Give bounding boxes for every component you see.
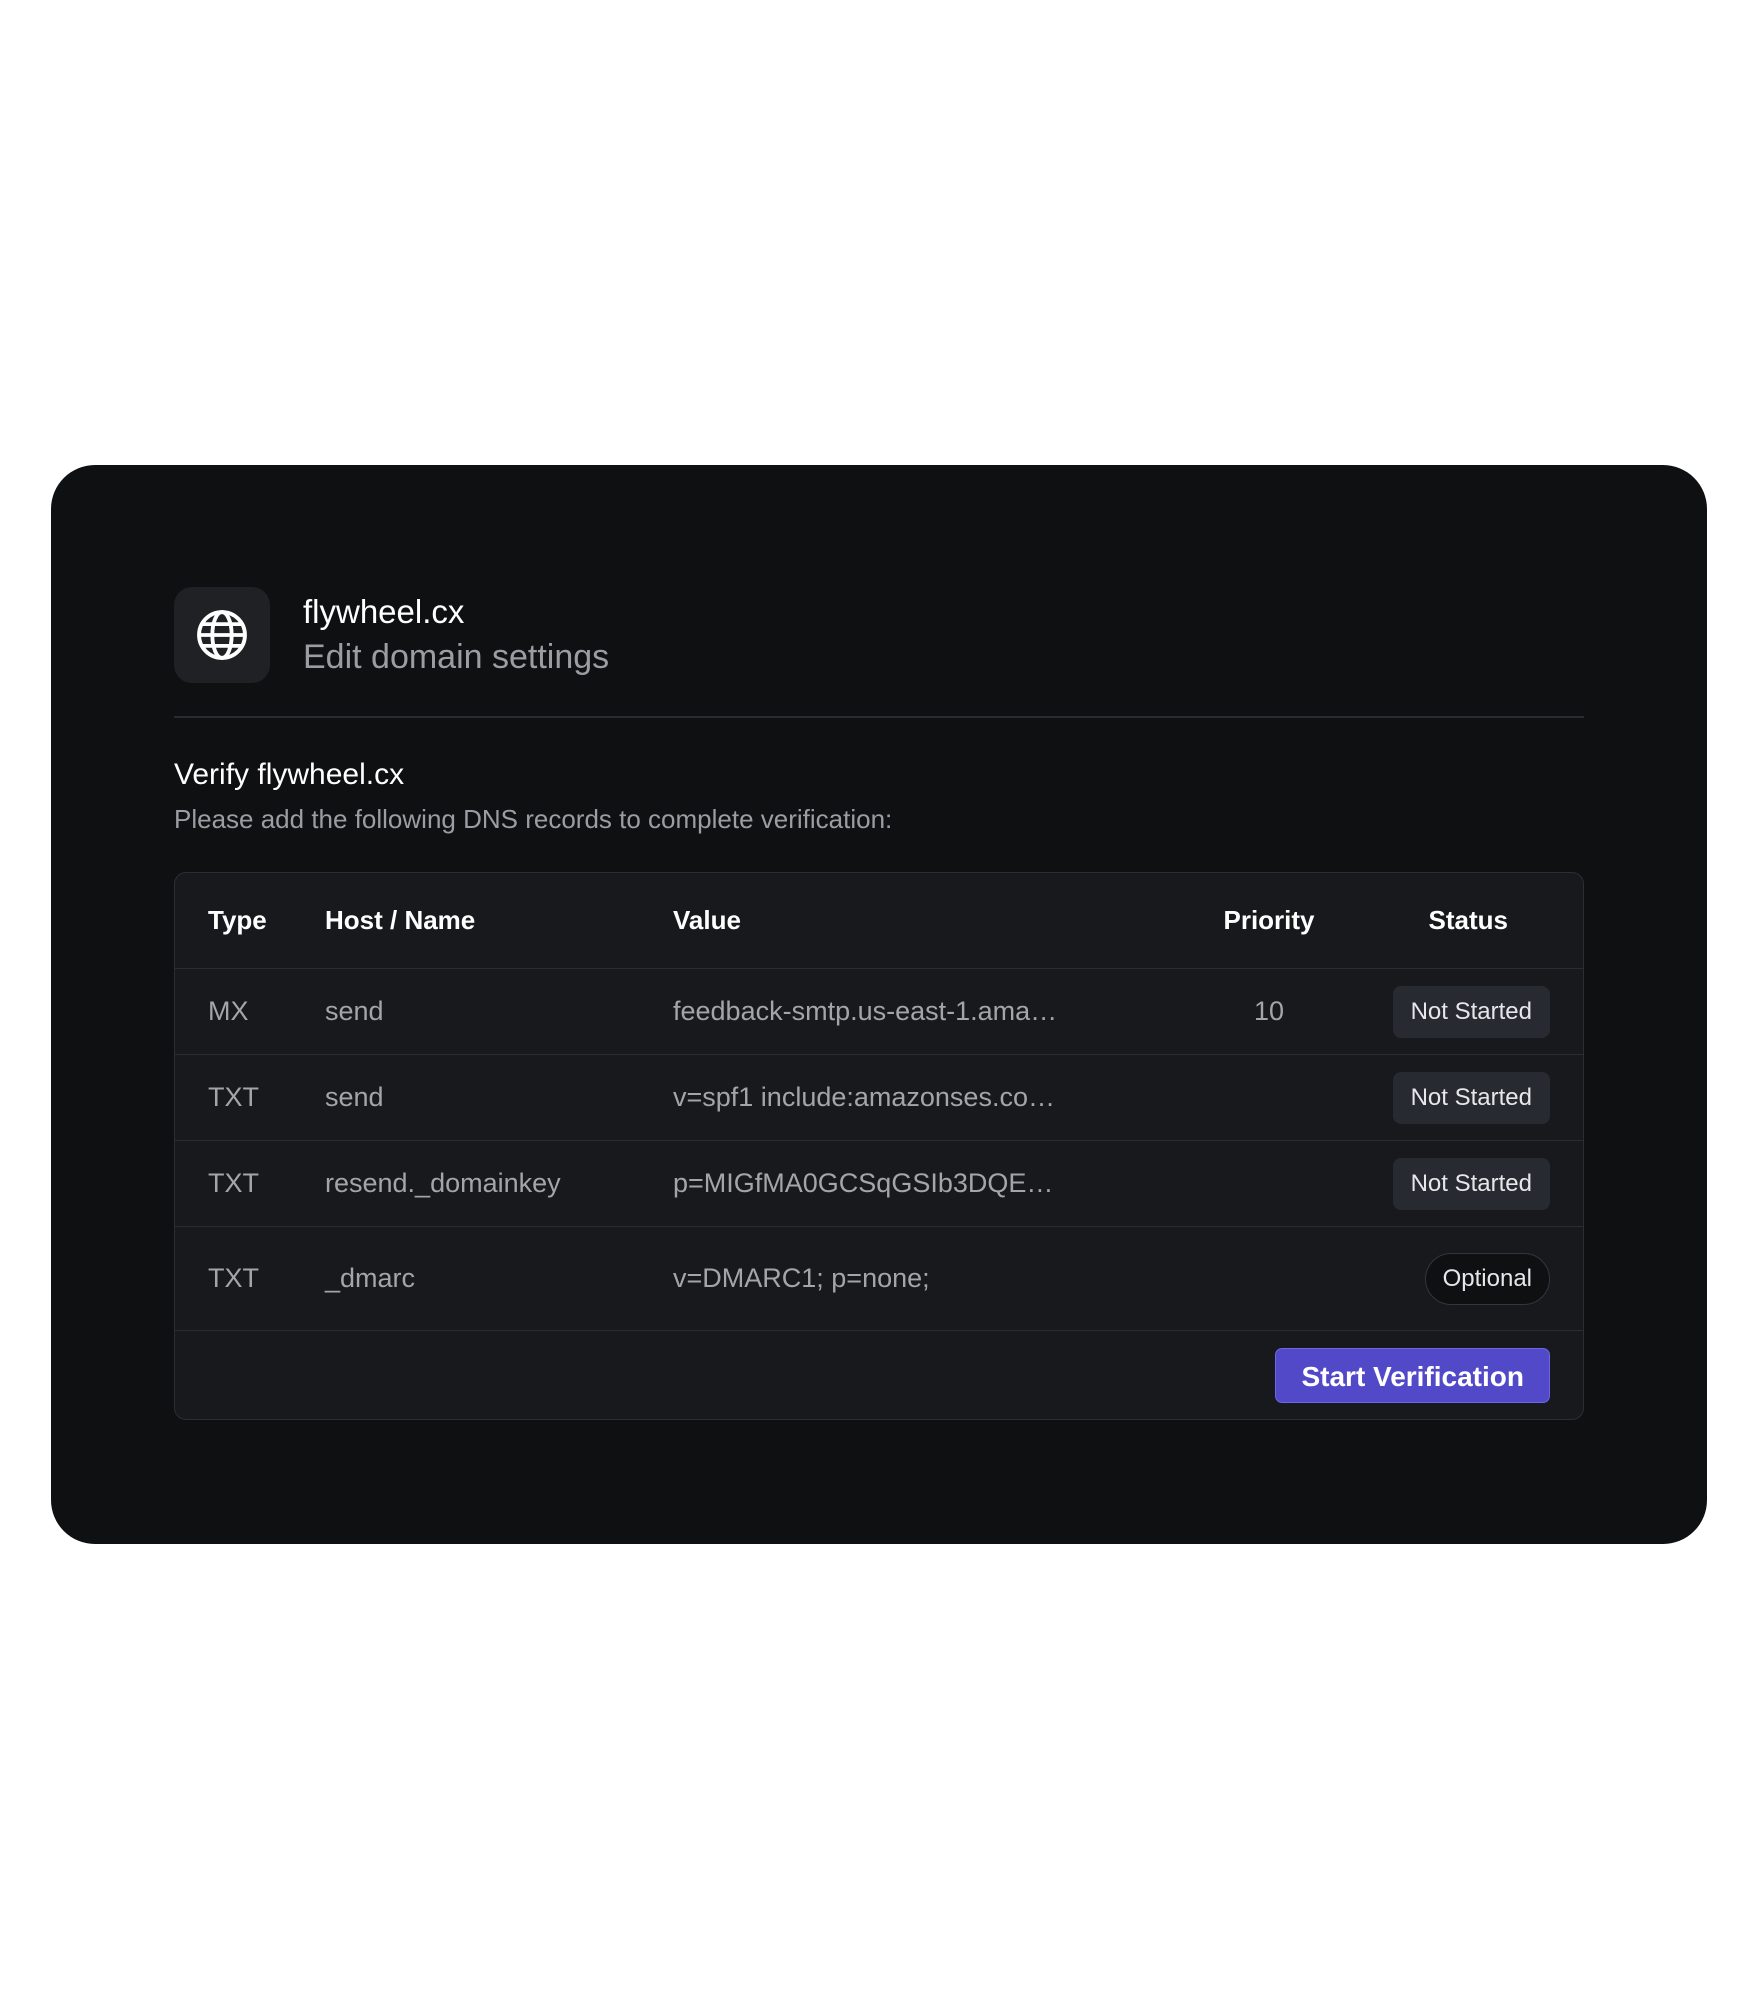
record-value[interactable]: feedback-smtp.us-east-1.ama… [673,969,1057,1054]
domain-title: flywheel.cx [303,593,465,630]
table-footer: Start Verification [175,1331,1583,1419]
record-priority [1195,1227,1343,1330]
dns-records-table: Type Host / Name Value Priority Status M… [174,872,1584,1420]
record-host[interactable]: send [325,1055,384,1140]
status-badge: Not Started [1392,1157,1550,1210]
record-status: Not Started [1392,1055,1550,1140]
header-divider [174,716,1584,718]
record-host[interactable]: _dmarc [325,1227,415,1330]
record-type: TXT [208,1168,259,1198]
record-priority [1195,1141,1343,1226]
column-header-status: Status [1428,905,1508,935]
domain-settings-card: flywheel.cx Edit domain settings Verify … [51,465,1707,1544]
table-row: TXT send v=spf1 include:amazonses.co… No… [175,1055,1583,1141]
column-header-value: Value [673,905,741,935]
record-priority [1195,1055,1343,1140]
globe-icon-container [174,587,270,683]
domain-header: flywheel.cx Edit domain settings [174,587,609,683]
table-row: TXT resend._domainkey p=MIGfMA0GCSqGSIb3… [175,1141,1583,1227]
record-host[interactable]: send [325,969,384,1054]
table-header-row: Type Host / Name Value Priority Status [175,873,1583,969]
record-host[interactable]: resend._domainkey [325,1141,561,1226]
column-header-priority: Priority [1223,905,1315,935]
record-value[interactable]: v=spf1 include:amazonses.co… [673,1055,1055,1140]
record-priority: 10 [1253,996,1285,1026]
verify-description: Please add the following DNS records to … [174,804,893,834]
record-type: MX [208,996,249,1026]
table-row: MX send feedback-smtp.us-east-1.ama… 10 … [175,969,1583,1055]
optional-badge: Optional [1424,1252,1550,1305]
header-text: flywheel.cx Edit domain settings [303,590,609,680]
column-header-type: Type [208,905,267,935]
record-status: Not Started [1392,969,1550,1054]
table-row: TXT _dmarc v=DMARC1; p=none; Optional [175,1227,1583,1331]
status-badge: Not Started [1392,985,1550,1038]
verify-title: Verify flywheel.cx [174,758,405,791]
record-status: Optional [1424,1227,1550,1330]
domain-subtitle: Edit domain settings [303,638,610,676]
record-status: Not Started [1392,1141,1550,1226]
record-value[interactable]: p=MIGfMA0GCSqGSIb3DQE… [673,1141,1053,1226]
record-type: TXT [208,1263,259,1293]
record-value[interactable]: v=DMARC1; p=none; [673,1227,930,1330]
column-header-host: Host / Name [325,905,476,935]
status-badge: Not Started [1392,1071,1550,1124]
record-type: TXT [208,1082,259,1112]
globe-icon [197,610,247,660]
start-verification-button[interactable]: Start Verification [1275,1348,1550,1403]
